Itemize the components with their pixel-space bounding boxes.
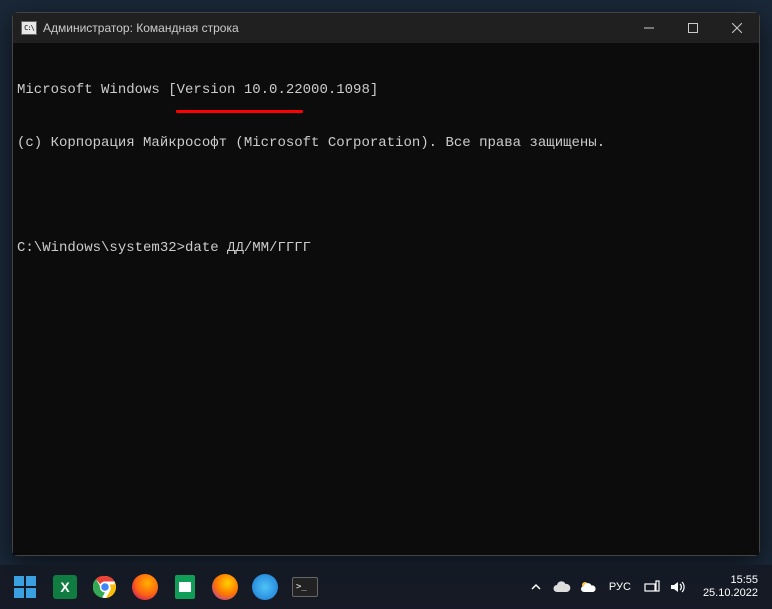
- taskbar-app-cmd[interactable]: >_: [286, 568, 324, 606]
- weather-icon[interactable]: [579, 578, 597, 596]
- start-button[interactable]: [6, 568, 44, 606]
- taskbar-app-excel[interactable]: X: [46, 568, 84, 606]
- maximize-button[interactable]: [671, 13, 715, 43]
- taskbar-app-firefox[interactable]: [126, 568, 164, 606]
- terminal-line: [17, 187, 755, 205]
- cmd-icon: C:\: [21, 21, 37, 35]
- taskbar: X >_ РУС: [0, 565, 772, 609]
- clock-time: 15:55: [703, 574, 758, 587]
- annotation-underline: [176, 110, 303, 113]
- chevron-up-icon[interactable]: [527, 578, 545, 596]
- network-icon[interactable]: [643, 578, 661, 596]
- taskbar-clock[interactable]: 15:55 25.10.2022: [695, 574, 766, 600]
- window-title: Администратор: Командная строка: [43, 21, 627, 35]
- titlebar[interactable]: C:\ Администратор: Командная строка: [13, 13, 759, 43]
- volume-icon[interactable]: [669, 578, 687, 596]
- cmd-window: C:\ Администратор: Командная строка Micr…: [12, 12, 760, 556]
- terminal-line: (с) Корпорация Майкрософт (Microsoft Cor…: [17, 135, 755, 153]
- clock-date: 25.10.2022: [703, 587, 758, 600]
- prompt: C:\Windows\system32>: [17, 240, 185, 256]
- system-tray: РУС 15:55 25.10.2022: [527, 574, 766, 600]
- taskbar-app-circle[interactable]: [246, 568, 284, 606]
- close-button[interactable]: [715, 13, 759, 43]
- command-text: date ДД/ММ/ГГГГ: [185, 240, 311, 256]
- window-controls: [627, 13, 759, 43]
- terminal-prompt-line: C:\Windows\system32>date ДД/ММ/ГГГГ: [17, 240, 755, 258]
- onedrive-icon[interactable]: [553, 578, 571, 596]
- taskbar-app-firefox2[interactable]: [206, 568, 244, 606]
- language-indicator[interactable]: РУС: [605, 581, 635, 593]
- terminal-area[interactable]: Microsoft Windows [Version 10.0.22000.10…: [13, 43, 759, 555]
- minimize-button[interactable]: [627, 13, 671, 43]
- taskbar-app-chrome[interactable]: [86, 568, 124, 606]
- terminal-line: Microsoft Windows [Version 10.0.22000.10…: [17, 82, 755, 100]
- taskbar-app-sheets[interactable]: [166, 568, 204, 606]
